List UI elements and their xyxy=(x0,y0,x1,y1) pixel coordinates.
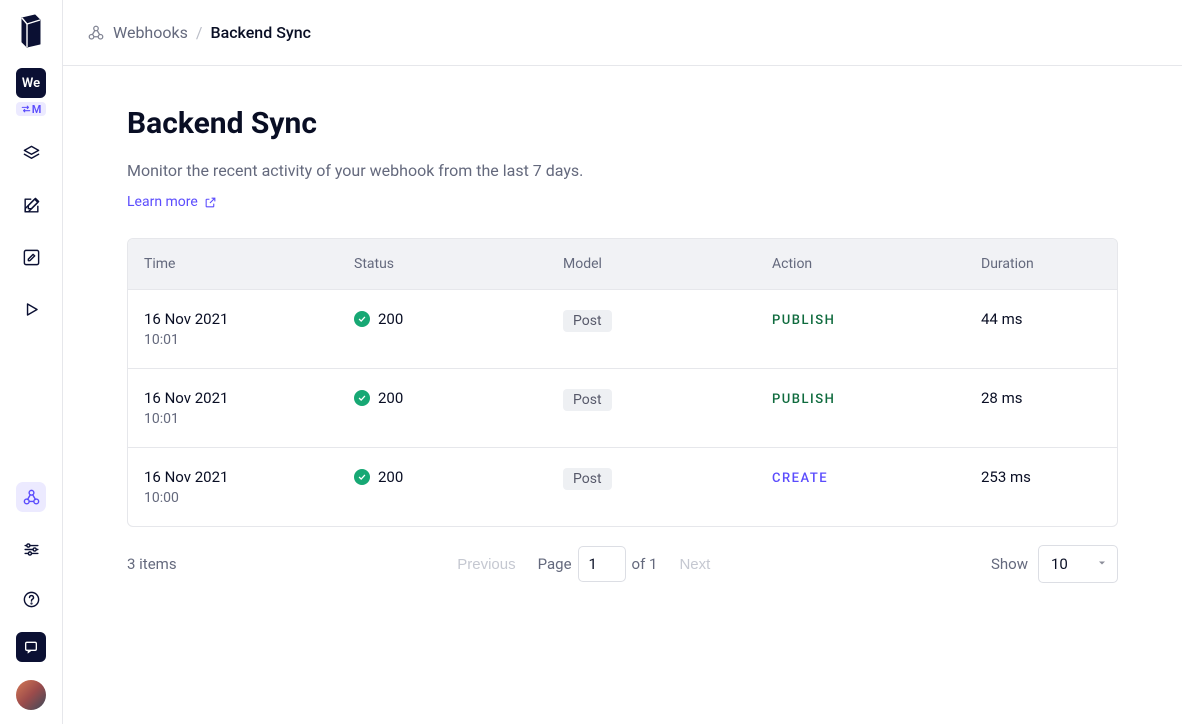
sidebar-item-help[interactable] xyxy=(16,584,46,614)
row-duration: 44 ms xyxy=(981,310,1101,328)
header-status: Status xyxy=(354,256,563,272)
external-link-icon xyxy=(204,196,217,209)
breadcrumb-current: Backend Sync xyxy=(210,23,311,42)
breadcrumb-parent[interactable]: Webhooks xyxy=(113,23,188,42)
page-input[interactable] xyxy=(578,546,626,582)
sidebar-item-play[interactable] xyxy=(16,294,46,324)
page-size-select[interactable]: 10 xyxy=(1038,545,1118,583)
page-subtitle: Monitor the recent activity of your webh… xyxy=(127,161,1118,180)
header-time: Time xyxy=(144,256,354,272)
brand-logo[interactable] xyxy=(16,14,46,48)
topbar: Webhooks / Backend Sync xyxy=(63,0,1182,66)
breadcrumb-separator: / xyxy=(196,23,203,42)
edit-icon xyxy=(22,196,41,215)
status-code: 200 xyxy=(378,310,403,328)
sidebar-item-edit[interactable] xyxy=(16,190,46,220)
pencil-square-icon xyxy=(22,248,41,267)
swap-icon xyxy=(21,104,31,114)
status-code: 200 xyxy=(378,468,403,486)
row-hour: 10:01 xyxy=(144,411,354,427)
layers-icon xyxy=(22,144,41,163)
avatar[interactable] xyxy=(16,680,46,710)
status-ok-icon xyxy=(354,469,370,485)
action-label: PUBLISH xyxy=(772,392,835,407)
sidebar-badge-label: M xyxy=(32,103,42,116)
page-total: of 1 xyxy=(632,555,658,573)
webhook-icon xyxy=(22,488,41,507)
next-button[interactable]: Next xyxy=(679,556,710,573)
webhook-icon xyxy=(87,24,105,42)
row-duration: 253 ms xyxy=(981,468,1101,486)
sidebar-item-project[interactable]: We xyxy=(16,68,46,98)
learn-more-label: Learn more xyxy=(127,194,198,210)
sidebar-item-models[interactable]: M xyxy=(16,102,46,116)
page-label: Page xyxy=(538,555,572,573)
sidebar-badge-label: We xyxy=(22,76,40,91)
sidebar-item-chat[interactable] xyxy=(16,632,46,662)
status-ok-icon xyxy=(354,390,370,406)
action-label: PUBLISH xyxy=(772,313,835,328)
show-label: Show xyxy=(991,555,1028,573)
activity-table: Time Status Model Action Duration 16 Nov… xyxy=(127,238,1118,527)
sidebar-item-settings[interactable] xyxy=(16,534,46,564)
row-date: 16 Nov 2021 xyxy=(144,310,354,328)
pagination: 3 items Previous Page of 1 Next Show 10 xyxy=(127,545,1118,583)
status-code: 200 xyxy=(378,389,403,407)
row-hour: 10:01 xyxy=(144,332,354,348)
breadcrumb: Webhooks / Backend Sync xyxy=(87,23,311,42)
header-duration: Duration xyxy=(981,256,1101,272)
sidebar-item-layers[interactable] xyxy=(16,138,46,168)
page-title: Backend Sync xyxy=(127,106,1118,141)
model-tag: Post xyxy=(563,468,612,490)
row-duration: 28 ms xyxy=(981,389,1101,407)
model-tag: Post xyxy=(563,310,612,332)
table-row[interactable]: 16 Nov 2021 10:01 200 Post PUBLISH 44 ms xyxy=(128,289,1117,368)
status-ok-icon xyxy=(354,311,370,327)
sliders-icon xyxy=(22,540,41,559)
model-tag: Post xyxy=(563,389,612,411)
sidebar-item-webhooks[interactable] xyxy=(16,482,46,512)
action-label: CREATE xyxy=(772,471,828,486)
header-action: Action xyxy=(772,256,981,272)
row-date: 16 Nov 2021 xyxy=(144,389,354,407)
row-hour: 10:00 xyxy=(144,490,354,506)
chat-icon xyxy=(23,639,39,655)
previous-button[interactable]: Previous xyxy=(457,556,515,573)
table-row[interactable]: 16 Nov 2021 10:01 200 Post PUBLISH 28 ms xyxy=(128,368,1117,447)
help-icon xyxy=(22,590,41,609)
sidebar-item-draft[interactable] xyxy=(16,242,46,272)
row-date: 16 Nov 2021 xyxy=(144,468,354,486)
sidebar: We M xyxy=(0,0,63,724)
sidebar-nav: We M xyxy=(16,68,46,324)
sidebar-nav-lower xyxy=(16,482,46,564)
play-icon xyxy=(22,300,41,319)
table-header: Time Status Model Action Duration xyxy=(128,239,1117,289)
header-model: Model xyxy=(563,256,772,272)
table-row[interactable]: 16 Nov 2021 10:00 200 Post CREATE 253 ms xyxy=(128,447,1117,526)
learn-more-link[interactable]: Learn more xyxy=(127,194,217,210)
item-count: 3 items xyxy=(127,555,177,573)
